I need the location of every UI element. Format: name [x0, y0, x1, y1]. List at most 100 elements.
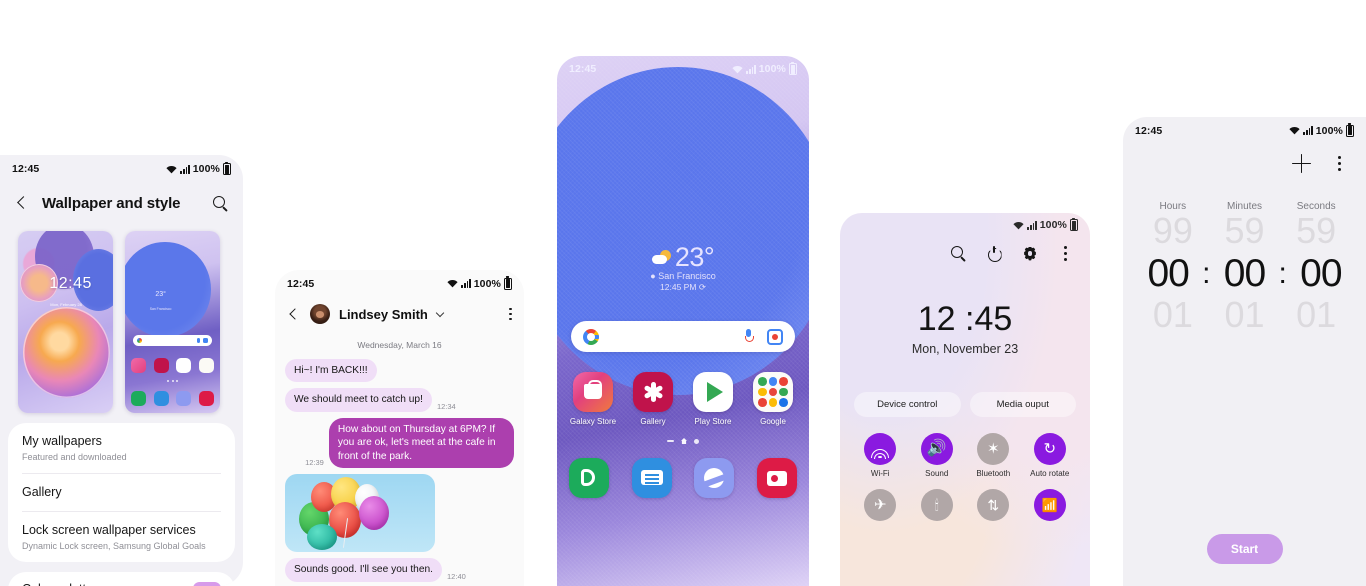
- google-folder-icon: [753, 372, 793, 412]
- signal-icon: [461, 279, 471, 288]
- wifi-icon: [1013, 221, 1024, 230]
- messages-icon: [153, 391, 169, 407]
- back-chevron-icon[interactable]: [287, 307, 301, 321]
- dock: [557, 458, 809, 498]
- tile-bluetooth[interactable]: ✶ Bluetooth: [965, 433, 1022, 479]
- seconds-next: 01: [1296, 294, 1337, 336]
- page-title: Wallpaper and style: [42, 194, 181, 212]
- list-item-gallery[interactable]: Gallery: [22, 474, 221, 513]
- phone-icon[interactable]: [569, 458, 609, 498]
- list-item-title: Lock screen wallpaper services: [22, 523, 196, 538]
- list-item-my-wallpapers[interactable]: My wallpapers Featured and downloaded: [22, 423, 221, 474]
- app-play-store[interactable]: Play Store: [689, 372, 737, 426]
- preview-dock-row: [130, 391, 215, 407]
- google-lens-icon[interactable]: [767, 328, 783, 345]
- kebab-menu-icon[interactable]: [1057, 245, 1074, 262]
- wifi-icon: [732, 65, 743, 74]
- galaxy-store-icon: [130, 358, 146, 374]
- refresh-icon[interactable]: ⟳: [699, 282, 706, 292]
- search-icon[interactable]: [950, 245, 967, 262]
- battery-icon: [1070, 217, 1078, 231]
- power-icon[interactable]: [986, 245, 1003, 262]
- tile-auto-rotate[interactable]: ↻ Auto rotate: [1022, 433, 1079, 479]
- search-icon[interactable]: [212, 195, 229, 212]
- app-grid: Galaxy Store Gallery Play Store Google: [557, 372, 809, 426]
- samsung-internet-icon[interactable]: [694, 458, 735, 498]
- message-bubble-outgoing[interactable]: How about on Thursday at 6PM? If you are…: [328, 417, 514, 469]
- list-item-title: My wallpapers: [22, 434, 102, 448]
- color-palette-row[interactable]: Color palette: [8, 571, 235, 586]
- preview-lock-time: 12:45: [49, 274, 92, 292]
- app-galaxy-store[interactable]: Galaxy Store: [569, 372, 617, 426]
- weather-location: San Francisco: [658, 271, 716, 281]
- camera-icon[interactable]: [756, 458, 797, 498]
- back-chevron-icon[interactable]: [14, 195, 30, 211]
- lock-screen-preview[interactable]: 12:45 Mon, February 28: [18, 231, 113, 413]
- weather-temperature: 23°: [674, 242, 715, 272]
- battery-percent: 100%: [758, 63, 786, 75]
- weather-widget[interactable]: 23° ● San Francisco 12:45 PM ⟳: [557, 242, 809, 293]
- tile-airplane-mode[interactable]: ✈: [852, 488, 909, 525]
- gear-icon[interactable]: [1022, 246, 1038, 262]
- camera-icon: [199, 391, 215, 407]
- hours-value[interactable]: 00: [1137, 253, 1199, 295]
- kebab-menu-icon[interactable]: [1331, 155, 1348, 172]
- preview-app-row: [130, 358, 215, 374]
- plus-icon[interactable]: [1292, 154, 1311, 173]
- messages-icon[interactable]: [631, 458, 672, 498]
- app-label: Galaxy Store: [569, 417, 617, 426]
- device-control-button[interactable]: Device control: [854, 392, 961, 417]
- timer-row-previous[interactable]: 99 59 59: [1137, 211, 1352, 251]
- message-row: We should meet to catch up! 12:34: [285, 388, 514, 412]
- google-lens-icon: [203, 337, 209, 343]
- phone-wallpaper-and-style: 12:45 100% Wallpaper and style 12:45 Mon…: [0, 155, 243, 586]
- tile-flashlight[interactable]: 🕯: [909, 488, 966, 525]
- signal-icon: [1303, 126, 1313, 135]
- google-g-icon: [136, 337, 142, 343]
- tile-mobile-data[interactable]: ⇅: [965, 488, 1022, 525]
- start-button[interactable]: Start: [1206, 534, 1283, 564]
- status-time: 12:45: [569, 63, 597, 75]
- tile-label: Auto rotate: [1030, 469, 1070, 478]
- timer-pickers: 99 59 59 00 : 00 : 00 01 01 01: [1123, 211, 1366, 336]
- tile-hotspot[interactable]: 📶: [1022, 488, 1079, 525]
- timer-row-current[interactable]: 00 : 00 : 00: [1137, 253, 1352, 295]
- clock[interactable]: 12 :45: [840, 300, 1090, 339]
- wifi-icon: [447, 279, 458, 288]
- google-search-bar[interactable]: [571, 321, 795, 352]
- hotspot-icon: 📶: [1033, 488, 1066, 521]
- chevron-down-icon[interactable]: [437, 310, 445, 318]
- timer-row-next[interactable]: 01 01 01: [1137, 294, 1352, 336]
- avatar[interactable]: [310, 304, 330, 324]
- message-bubble-incoming[interactable]: Hi~! I'm BACK!!!: [285, 359, 377, 383]
- message-bubble-incoming[interactable]: Sounds good. I'll see you then.: [285, 558, 443, 582]
- microphone-icon[interactable]: [744, 329, 754, 344]
- seconds-value[interactable]: 00: [1290, 253, 1352, 295]
- app-google-folder[interactable]: Google: [749, 372, 797, 426]
- tile-sound[interactable]: 🔊 Sound: [909, 433, 966, 479]
- quick-settings-grid: Wi-Fi 🔊 Sound ✶ Bluetooth ↻ Auto rotate …: [840, 417, 1090, 525]
- media-output-button[interactable]: Media ouput: [969, 392, 1076, 417]
- weather-time: 12:45 PM: [660, 282, 697, 292]
- wallpaper-previews: 12:45 Mon, February 28 23° San Francisco: [0, 223, 243, 423]
- home-indicator-icon: [681, 438, 687, 444]
- message-bubble-incoming[interactable]: We should meet to catch up!: [285, 388, 432, 412]
- message-row: Hi~! I'm BACK!!!: [285, 359, 514, 383]
- app-label: Gallery: [640, 417, 666, 426]
- phone-home-screen: 12:45 100% 23° ● San Francisco 12:45 PM …: [557, 56, 809, 586]
- kebab-menu-icon[interactable]: [509, 307, 512, 321]
- minutes-value[interactable]: 00: [1213, 253, 1275, 295]
- home-screen-preview[interactable]: 23° San Francisco: [125, 231, 220, 413]
- microphone-icon: [197, 337, 201, 343]
- gallery-icon: [153, 358, 169, 374]
- list-item-lock-screen-services[interactable]: Lock screen wallpaper services Dynamic L…: [22, 512, 221, 562]
- app-label: Google: [760, 417, 786, 426]
- page-indicator: [125, 380, 220, 383]
- color-swatch[interactable]: [193, 582, 221, 586]
- tile-wifi[interactable]: Wi-Fi: [852, 433, 909, 479]
- wifi-icon: [1289, 126, 1300, 135]
- balloons-photo[interactable]: [285, 474, 435, 553]
- app-gallery[interactable]: Gallery: [629, 372, 677, 426]
- battery-icon: [223, 161, 231, 175]
- wallpaper-options-card: My wallpapers Featured and downloaded Ga…: [8, 423, 235, 562]
